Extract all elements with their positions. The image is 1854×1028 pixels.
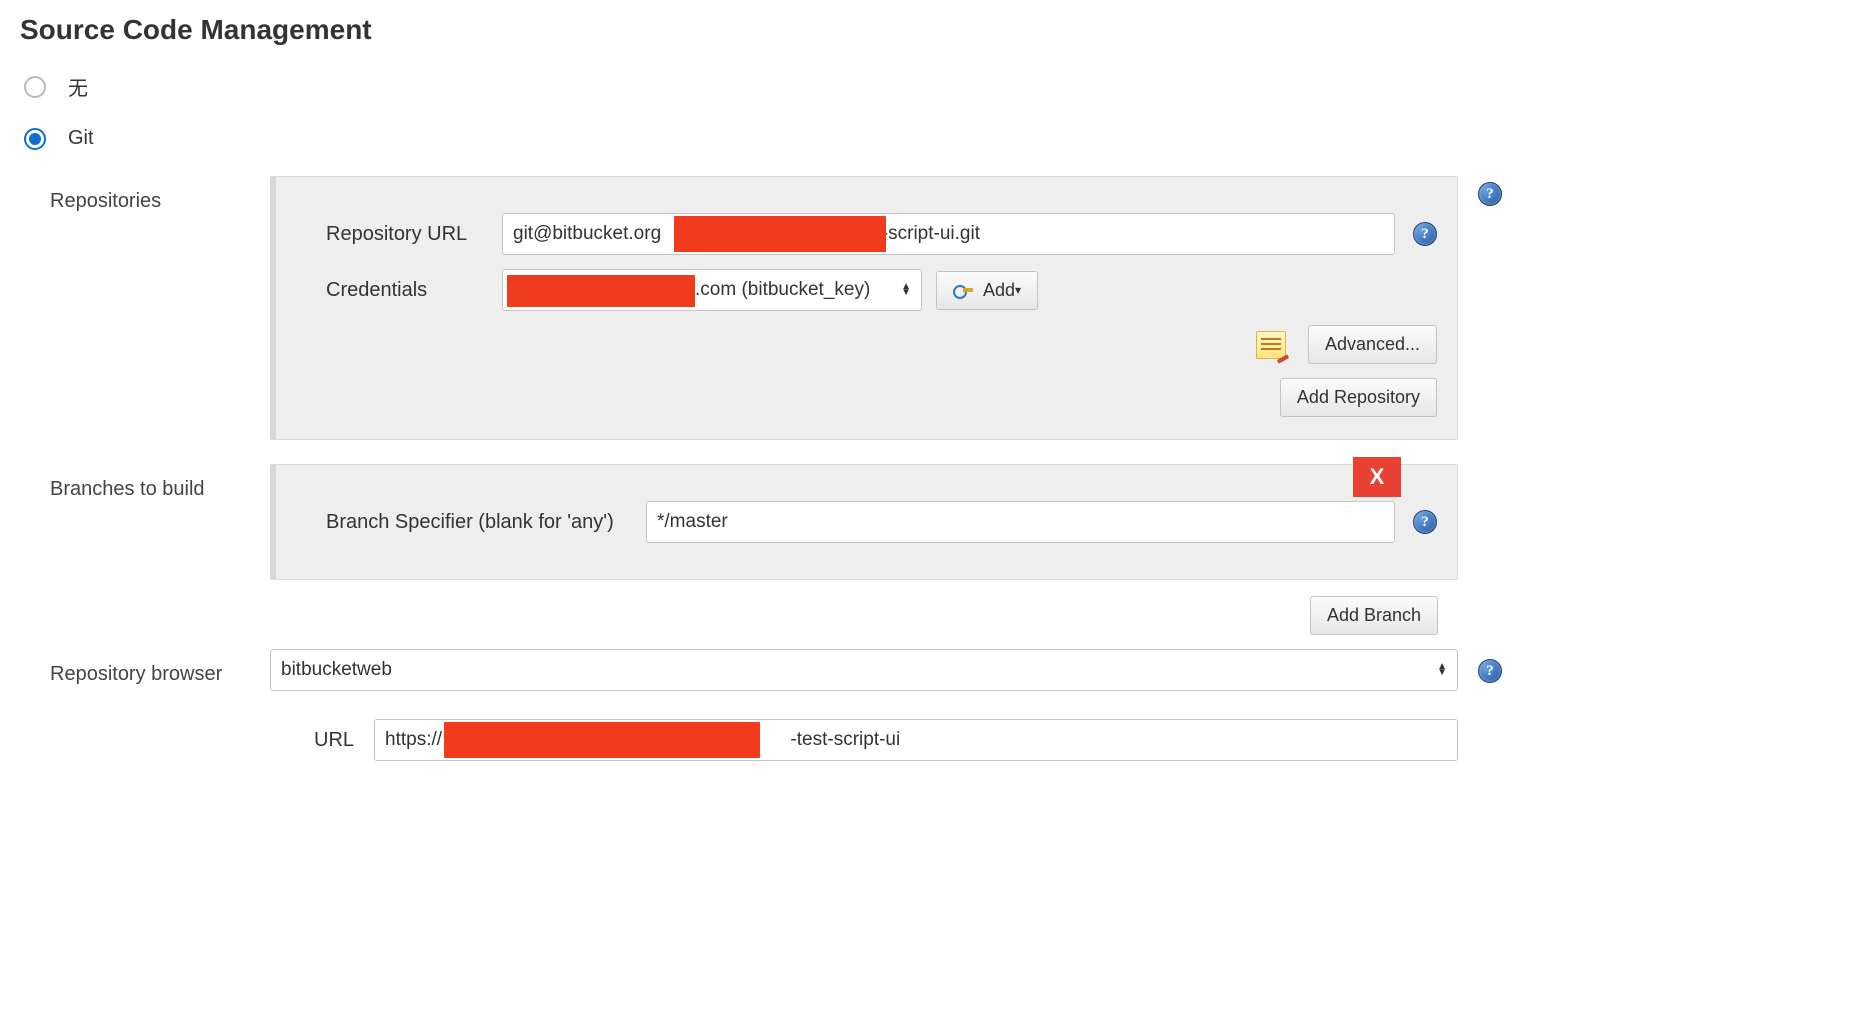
radio-icon: [24, 128, 46, 150]
add-branch-button[interactable]: Add Branch: [1310, 596, 1438, 635]
branches-section-label: Branches to build: [20, 464, 270, 501]
credentials-select[interactable]: .com (bitbucket_key) ▲▼: [502, 269, 922, 311]
repositories-panel: Repository URL ? Credentials .com (bitbu…: [270, 176, 1458, 440]
repo-browser-url-label: URL: [314, 729, 374, 752]
notepad-icon: [1256, 331, 1286, 359]
chevron-updown-icon: ▲▼: [901, 284, 911, 296]
repo-url-label: Repository URL: [326, 223, 502, 246]
scm-option-git[interactable]: Git: [24, 127, 1458, 150]
radio-icon: [24, 76, 46, 98]
close-icon: X: [1370, 464, 1385, 490]
advanced-button[interactable]: Advanced...: [1308, 325, 1437, 364]
select-selected-text: bitbucketweb: [281, 659, 392, 681]
credentials-selected-text: .com (bitbucket_key): [695, 279, 870, 300]
redaction-block: [507, 275, 695, 307]
radio-label: Git: [68, 127, 94, 150]
branch-specifier-input[interactable]: [646, 501, 1395, 543]
add-credentials-button[interactable]: Add ▾: [936, 271, 1038, 310]
scm-option-none[interactable]: 无: [24, 72, 1458, 101]
key-icon: [953, 284, 975, 296]
redaction-block: [444, 722, 760, 758]
add-repository-button[interactable]: Add Repository: [1280, 378, 1437, 417]
branches-panel: X Branch Specifier (blank for 'any') ?: [270, 464, 1458, 580]
radio-label: 无: [68, 72, 88, 101]
button-label: Advanced...: [1325, 334, 1420, 355]
repository-url-input[interactable]: [502, 213, 1395, 255]
section-heading: Source Code Management: [20, 14, 1458, 46]
repository-browser-select[interactable]: bitbucketweb ▲▼: [270, 649, 1458, 691]
button-label: Add: [983, 280, 1015, 301]
help-icon[interactable]: ?: [1413, 222, 1437, 246]
chevron-down-icon: ▾: [1015, 283, 1021, 297]
help-icon[interactable]: ?: [1413, 510, 1437, 534]
credentials-label: Credentials: [326, 279, 502, 302]
button-label: Add Repository: [1297, 387, 1420, 408]
remove-branch-button[interactable]: X: [1353, 457, 1401, 497]
chevron-updown-icon: ▲▼: [1437, 664, 1447, 676]
scm-type-radiogroup: 无 Git: [24, 72, 1458, 150]
redaction-block: [674, 216, 886, 252]
repositories-section-label: Repositories: [20, 176, 270, 213]
help-icon[interactable]: ?: [1478, 182, 1502, 206]
help-icon[interactable]: ?: [1478, 659, 1502, 683]
button-label: Add Branch: [1327, 605, 1421, 626]
branch-specifier-label: Branch Specifier (blank for 'any'): [326, 511, 646, 534]
repo-browser-section-label: Repository browser: [20, 649, 270, 686]
